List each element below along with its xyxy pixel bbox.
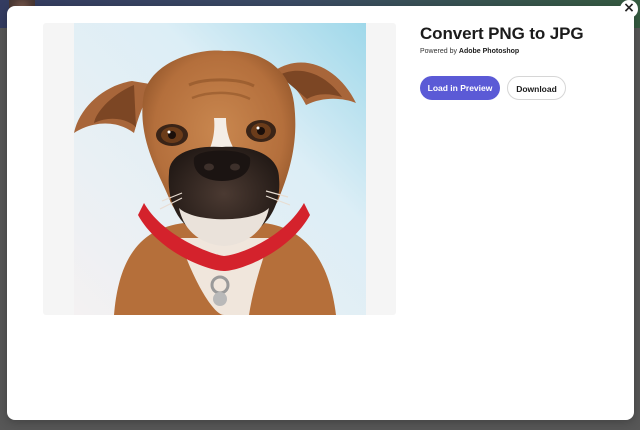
dog-photo (74, 23, 366, 315)
convert-modal: × Convert PNG to JPG Powered by Adobe Ph… (7, 0, 638, 420)
load-in-preview-button[interactable]: Load in Preview (420, 76, 500, 100)
powered-by-brand: Adobe Photoshop (458, 48, 520, 55)
powered-by-text: Powered by Adobe Photoshop (420, 48, 519, 55)
download-button[interactable]: Download (507, 76, 566, 100)
close-button[interactable]: × (620, 0, 638, 18)
image-preview-panel (43, 23, 396, 315)
close-icon: × (623, 0, 635, 16)
modal-title: Convert PNG to JPG (420, 24, 584, 43)
powered-by-prefix: Powered by (420, 48, 459, 55)
